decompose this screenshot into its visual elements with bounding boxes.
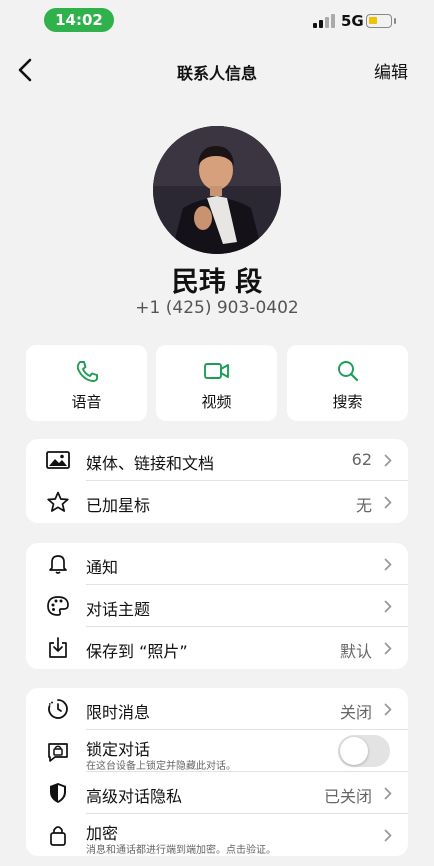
row-label: 通知: [86, 558, 119, 577]
chevron-right-icon: [384, 829, 392, 842]
palette-icon: [46, 595, 70, 617]
row-label: 保存到 “照片”: [86, 642, 188, 661]
chevron-right-icon: [384, 642, 392, 655]
lock-chat-icon: [46, 740, 70, 762]
row-notifications[interactable]: 通知: [26, 543, 408, 585]
settings-section: 通知 对话主题 保存到 “照片” 默认: [26, 543, 408, 669]
contact-name: 民玮 段: [171, 267, 263, 298]
signal-icon: [313, 14, 335, 28]
lock-chat-toggle[interactable]: [338, 735, 390, 767]
chevron-right-icon: [384, 454, 392, 467]
toggle-knob: [340, 737, 368, 765]
avatar-photo: [153, 126, 281, 254]
row-label: 媒体、链接和文档: [86, 454, 215, 473]
row-lock-chat[interactable]: 锁定对话 在这台设备上锁定并隐藏此对话。: [26, 730, 408, 772]
chevron-right-icon: [384, 703, 392, 716]
row-starred[interactable]: 已加星标 无: [26, 481, 408, 523]
edit-button[interactable]: 编辑: [374, 58, 408, 83]
media-section: 媒体、链接和文档 62 已加星标 无: [26, 439, 408, 523]
search-button[interactable]: 搜索: [287, 345, 408, 421]
search-icon: [335, 359, 361, 383]
download-icon: [46, 637, 70, 659]
row-label: 高级对话隐私: [86, 787, 183, 806]
row-save-to-photos[interactable]: 保存到 “照片” 默认: [26, 627, 408, 669]
row-disappearing-messages[interactable]: 限时消息 关闭: [26, 688, 408, 730]
chevron-right-icon: [384, 787, 392, 800]
star-icon: [46, 491, 70, 513]
row-encryption[interactable]: 加密 消息和通话都进行端到端加密。点击验证。: [26, 814, 408, 856]
row-media-links-docs[interactable]: 媒体、链接和文档 62: [26, 439, 408, 481]
chevron-right-icon: [384, 558, 392, 571]
voice-call-button[interactable]: 语音: [26, 345, 147, 421]
battery-icon: [366, 14, 396, 28]
bell-icon: [46, 553, 70, 575]
search-label: 搜索: [332, 393, 363, 411]
video-call-label: 视频: [201, 393, 232, 411]
chevron-right-icon: [384, 600, 392, 613]
row-label: 已加星标: [86, 496, 151, 515]
shield-icon: [46, 782, 70, 804]
action-buttons: 语音 视频 搜索: [26, 345, 408, 421]
video-call-button[interactable]: 视频: [156, 345, 277, 421]
page-title: 联系人信息: [176, 64, 257, 83]
row-advanced-chat-privacy[interactable]: 高级对话隐私 已关闭: [26, 772, 408, 814]
phone-icon: [74, 359, 100, 383]
voice-call-label: 语音: [71, 393, 102, 411]
timer-icon: [46, 698, 70, 720]
video-icon: [204, 359, 230, 383]
row-value: 关闭: [339, 703, 372, 722]
row-value: 已关闭: [323, 787, 372, 806]
row-chat-theme[interactable]: 对话主题: [26, 585, 408, 627]
network-type: 5G: [341, 12, 364, 30]
chevron-right-icon: [384, 496, 392, 509]
row-label: 对话主题: [86, 600, 151, 619]
row-label: 限时消息: [86, 703, 151, 722]
image-icon: [46, 449, 70, 471]
row-value: 62: [351, 450, 372, 469]
contact-phone[interactable]: +1 (425) 903-0402: [0, 298, 434, 318]
status-bar: 14:02 5G: [0, 0, 434, 42]
row-value: 无: [355, 496, 372, 515]
privacy-section: 限时消息 关闭 锁定对话 在这台设备上锁定并隐藏此对话。 高级对话隐私 已关闭: [26, 688, 408, 856]
row-sublabel: 在这台设备上锁定并隐藏此对话。: [86, 761, 236, 772]
nav-bar: 联系人信息 编辑: [0, 50, 434, 90]
avatar[interactable]: [153, 126, 281, 254]
lock-icon: [46, 824, 70, 846]
row-sublabel: 消息和通话都进行端到端加密。点击验证。: [86, 845, 276, 856]
row-value: 默认: [339, 642, 372, 661]
status-time: 14:02: [44, 8, 114, 32]
